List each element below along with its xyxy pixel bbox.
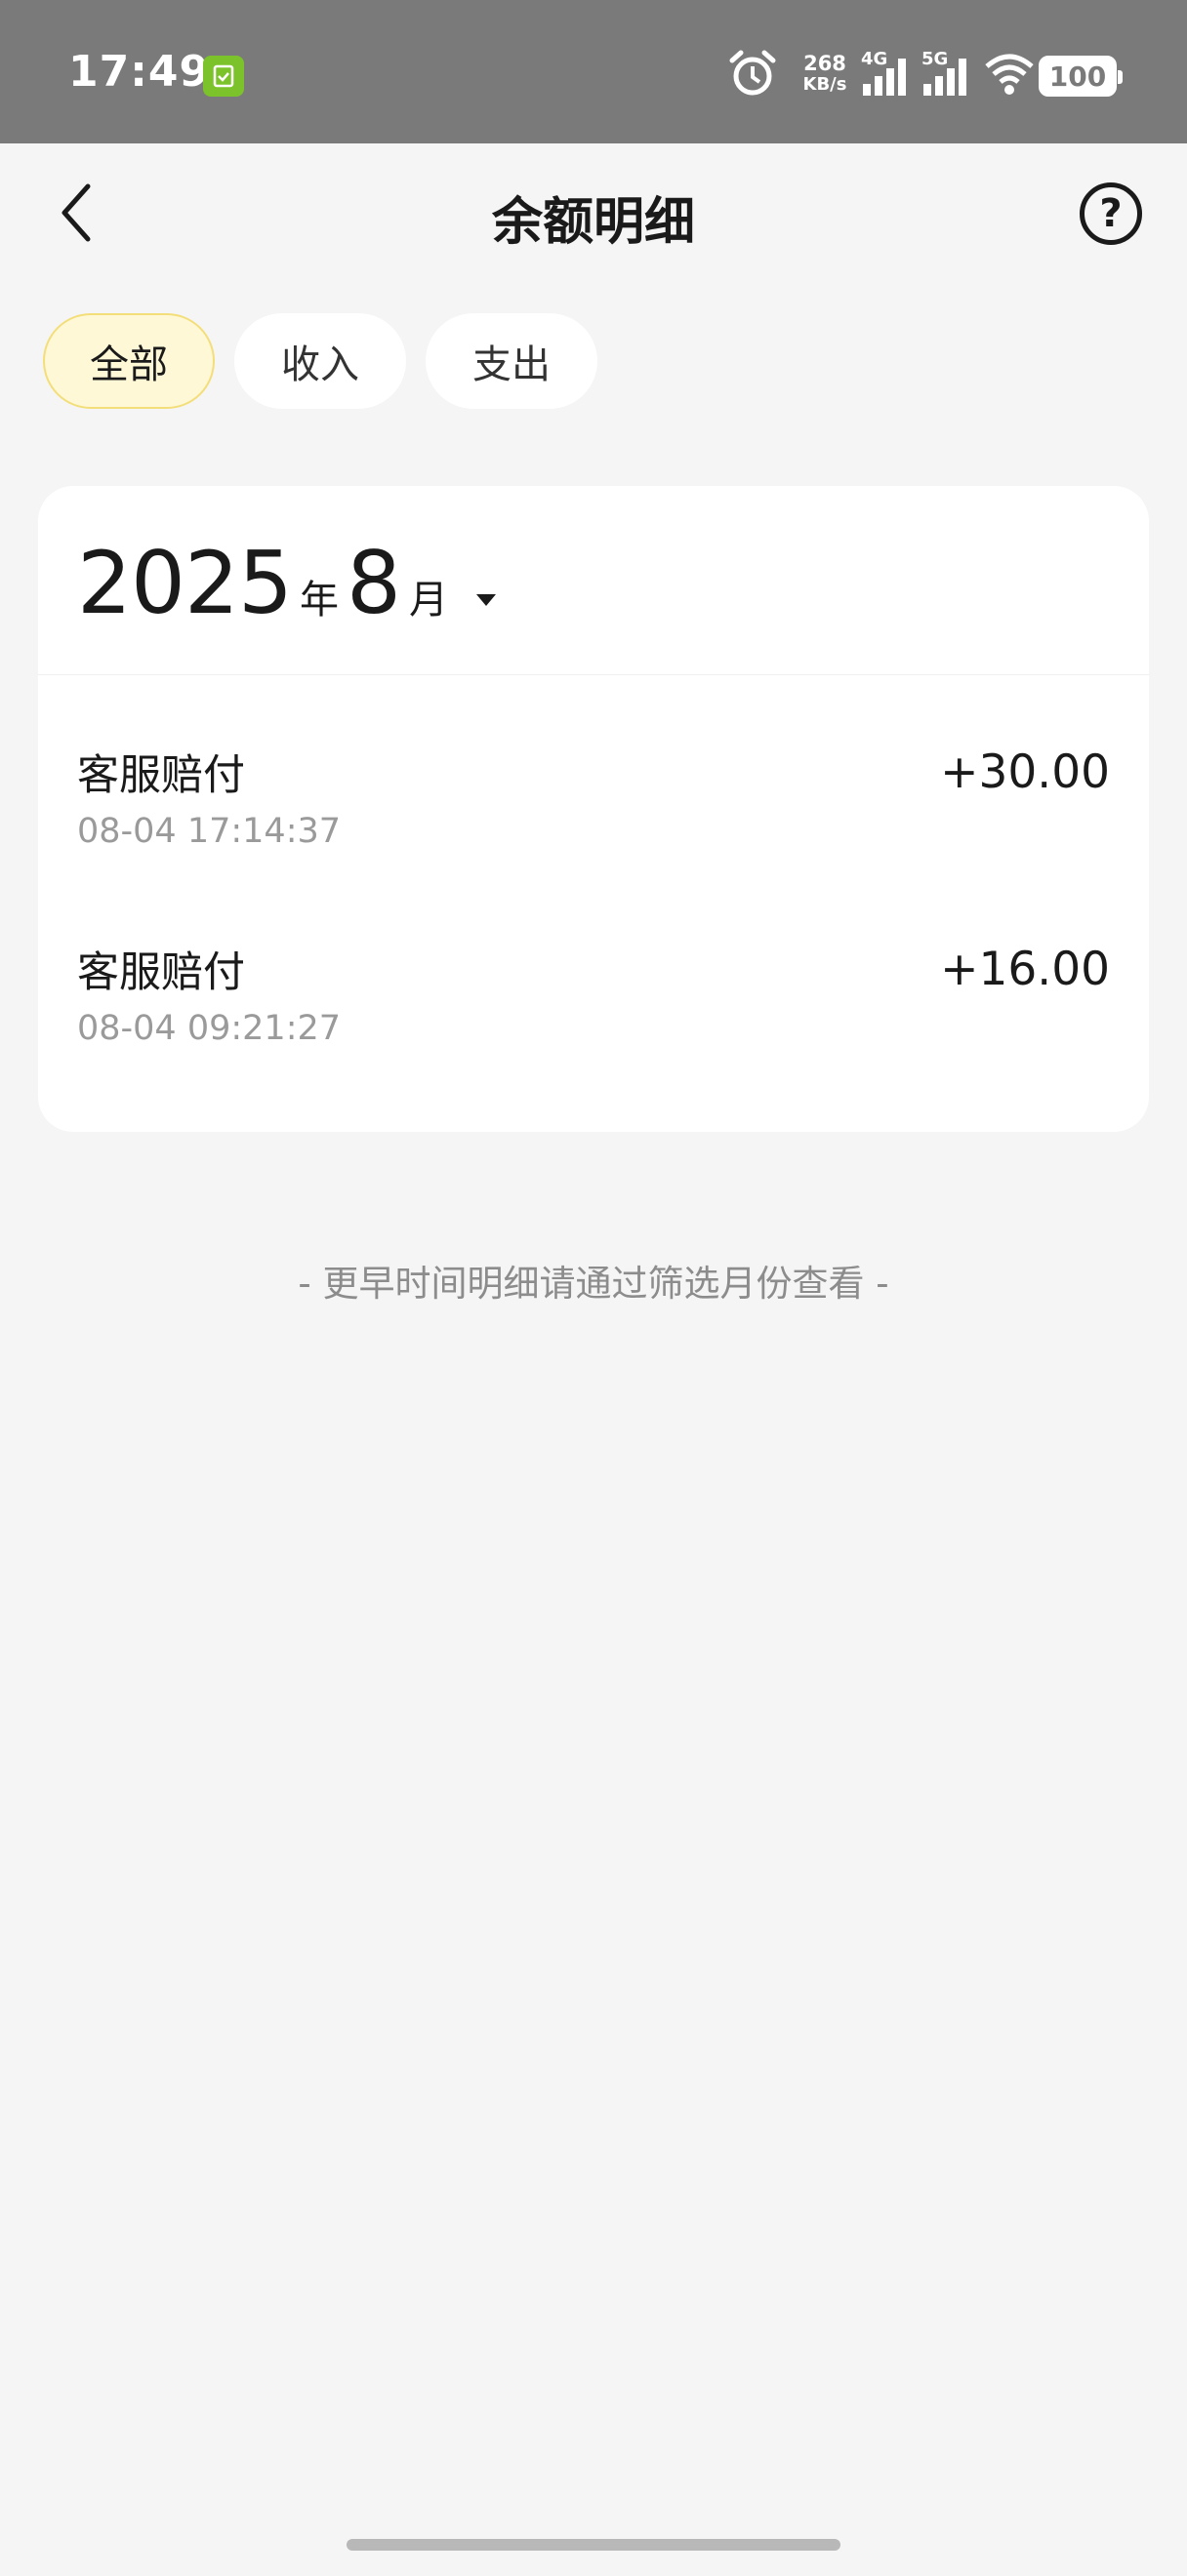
tab-all[interactable]: 全部 xyxy=(43,313,215,409)
tab-expense-label: 支出 xyxy=(472,342,551,387)
month-selector-month-unit: 月 xyxy=(408,578,448,623)
filter-tabs: 全部 收入 支出 xyxy=(43,313,597,409)
network-speed-value: 268 xyxy=(803,52,846,75)
battery-indicator: 100 xyxy=(1039,56,1123,97)
transaction-row[interactable]: 客服赔付 08-04 09:21:27 +16.00 xyxy=(38,872,1149,1069)
alarm-icon xyxy=(728,49,777,103)
transaction-title: 客服赔付 xyxy=(77,948,245,997)
wifi-icon xyxy=(984,49,1035,103)
earlier-records-hint: - 更早时间明细请通过筛选月份查看 - xyxy=(298,1263,889,1305)
tab-income[interactable]: 收入 xyxy=(234,313,406,409)
month-selector-month: 8 xyxy=(346,533,401,633)
help-button[interactable]: ? xyxy=(1080,182,1142,245)
tab-income-label: 收入 xyxy=(281,342,359,387)
signal-5g-icon: 5G xyxy=(921,49,972,103)
app-notification-icon xyxy=(203,56,244,97)
network-speed-unit: KB/s xyxy=(802,74,847,95)
page-title: 余额明细 xyxy=(491,193,695,252)
transaction-card: 2025 年 8 月 客服赔付 08-04 17:14:37 +30.00 客服… xyxy=(38,486,1149,1132)
nav-bar: 余额明细 ? xyxy=(0,143,1187,280)
transaction-amount: +30.00 xyxy=(940,745,1110,799)
caret-down-icon xyxy=(475,594,496,606)
network-speed: 268 KB/s xyxy=(791,53,859,96)
question-mark-icon: ? xyxy=(1099,191,1123,236)
transaction-time: 08-04 09:21:27 xyxy=(77,1009,342,1048)
transaction-row[interactable]: 客服赔付 08-04 17:14:37 +30.00 xyxy=(38,675,1149,872)
transaction-time: 08-04 17:14:37 xyxy=(77,812,342,851)
status-bar: 17:49 268 KB/s 4G 5G 100 xyxy=(0,0,1187,143)
tab-all-label: 全部 xyxy=(90,342,168,387)
tab-expense[interactable]: 支出 xyxy=(426,313,597,409)
status-time: 17:49 xyxy=(68,47,211,97)
month-selector-year-unit: 年 xyxy=(299,578,339,623)
signal-4g-icon: 4G xyxy=(861,49,912,103)
month-selector[interactable]: 2025 年 8 月 xyxy=(77,533,497,633)
card-header: 2025 年 8 月 xyxy=(38,486,1149,675)
month-selector-year: 2025 xyxy=(77,533,293,633)
transaction-amount: +16.00 xyxy=(940,943,1110,996)
home-indicator[interactable] xyxy=(347,2539,840,2551)
transaction-title: 客服赔付 xyxy=(77,751,245,800)
